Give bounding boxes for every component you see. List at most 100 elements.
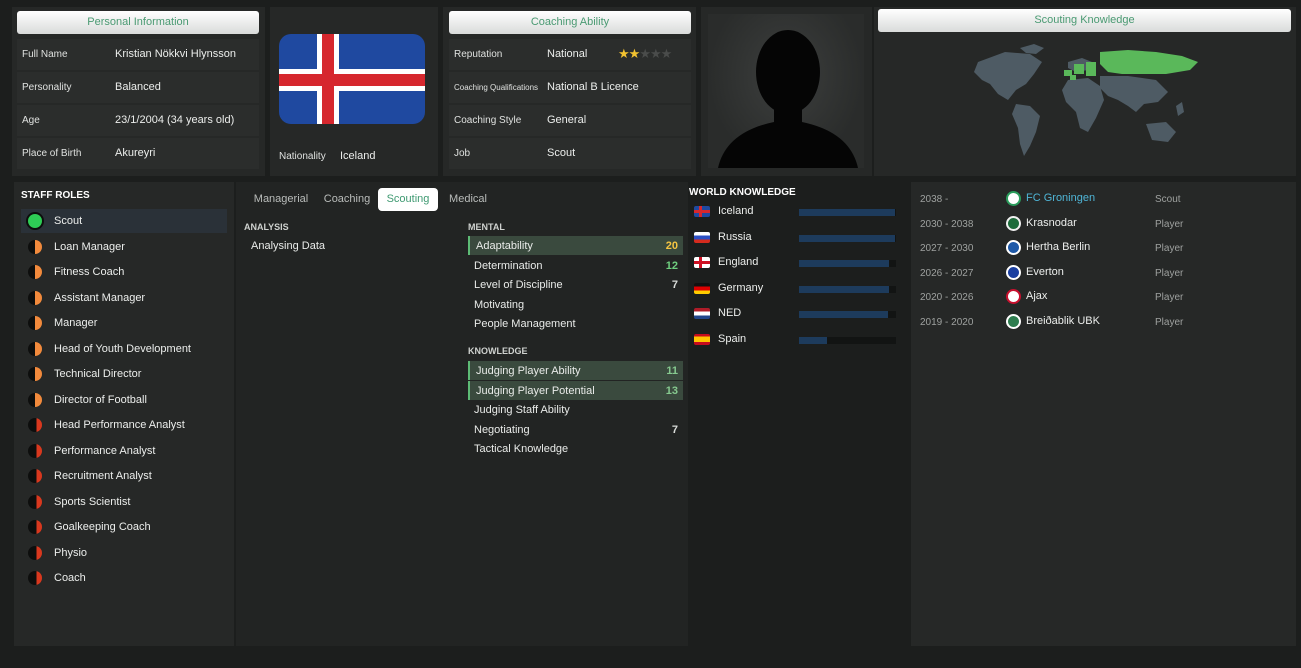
attribute-row[interactable]: Level of Discipline 7 bbox=[468, 275, 683, 294]
staff-role-label: Sports Scientist bbox=[54, 495, 131, 508]
qualifications-row: Coaching Qualifications National B Licen… bbox=[449, 72, 691, 103]
staff-role-item[interactable]: Physio bbox=[21, 541, 227, 565]
staff-role-item[interactable]: Director of Football bbox=[21, 388, 227, 412]
history-row[interactable]: 2038 - FC Groningen Scout bbox=[920, 190, 1290, 210]
country-label: England bbox=[718, 256, 759, 269]
staff-role-label: Assistant Manager bbox=[54, 291, 146, 304]
staff-role-item[interactable]: Loan Manager bbox=[21, 235, 227, 259]
staff-role-label: Goalkeeping Coach bbox=[54, 521, 151, 533]
history-role: Player bbox=[1155, 292, 1184, 304]
tab-coaching[interactable]: Coaching bbox=[318, 188, 376, 211]
attribute-label: Judging Player Ability bbox=[476, 365, 581, 377]
role-level-icon bbox=[28, 214, 42, 228]
history-club-link[interactable]: Ajax bbox=[1026, 290, 1047, 302]
staff-role-label: Scout bbox=[54, 215, 83, 227]
history-role: Player bbox=[1155, 317, 1184, 328]
staff-avatar bbox=[708, 14, 864, 168]
personality-value: Balanced bbox=[115, 81, 161, 93]
world-knowledge-row[interactable]: Russia bbox=[694, 228, 899, 248]
attribute-value: 7 bbox=[671, 279, 678, 292]
birthplace-row: Place of Birth Akureyri bbox=[17, 138, 259, 169]
attribute-label: Motivating bbox=[474, 298, 525, 311]
history-club-link[interactable]: FC Groningen bbox=[1026, 192, 1095, 204]
staff-role-label: Head of Youth Development bbox=[54, 342, 191, 355]
history-row[interactable]: 2030 - 2038 Krasnodar Player bbox=[920, 215, 1290, 235]
knowledge-bar-fill bbox=[799, 209, 896, 216]
knowledge-bar-fill bbox=[799, 234, 896, 242]
history-row[interactable]: 2027 - 2030 Hertha Berlin Player bbox=[920, 239, 1290, 259]
world-knowledge-row[interactable]: Iceland bbox=[694, 202, 899, 222]
germany-flag-icon bbox=[694, 282, 710, 294]
silhouette-icon bbox=[718, 30, 858, 168]
world-knowledge-row[interactable]: NED bbox=[694, 304, 899, 324]
attribute-label: Tactical Knowledge bbox=[474, 443, 569, 456]
staff-role-item[interactable]: Goalkeeping Coach bbox=[21, 515, 227, 539]
staff-role-item[interactable]: Fitness Coach bbox=[21, 260, 227, 284]
coaching-style-value: General bbox=[547, 114, 587, 126]
world-knowledge-row[interactable]: England bbox=[694, 253, 899, 273]
world-map bbox=[974, 44, 1198, 156]
club-badge-icon bbox=[1006, 215, 1021, 231]
history-role: Scout bbox=[1155, 194, 1181, 205]
tab-medical[interactable]: Medical bbox=[441, 188, 495, 211]
attribute-row[interactable]: Determination 12 bbox=[468, 256, 683, 275]
role-level-icon bbox=[28, 290, 42, 305]
history-club-link[interactable]: Everton bbox=[1026, 266, 1064, 278]
role-level-icon bbox=[28, 392, 42, 407]
club-badge-icon bbox=[1006, 240, 1021, 256]
staff-role-item[interactable]: Sports Scientist bbox=[21, 490, 227, 514]
attribute-row[interactable]: Judging Player Ability 11 bbox=[468, 361, 683, 380]
attribute-row[interactable]: Negotiating 7 bbox=[468, 420, 683, 439]
history-club-link[interactable]: Breiðablik UBK bbox=[1026, 315, 1100, 327]
analysing-data-label[interactable]: Analysing Data bbox=[251, 240, 325, 252]
knowledge-bar-fill bbox=[799, 260, 890, 268]
staff-role-label: Director of Football bbox=[54, 393, 147, 406]
staff-role-label: Loan Manager bbox=[54, 240, 125, 253]
club-badge-icon bbox=[1006, 191, 1021, 206]
staff-role-item[interactable]: Technical Director bbox=[21, 362, 227, 386]
knowledge-bar-fill bbox=[799, 337, 828, 344]
staff-role-item[interactable]: Performance Analyst bbox=[21, 439, 227, 463]
attribute-row[interactable]: Motivating bbox=[468, 295, 683, 314]
world-knowledge-row[interactable]: Spain bbox=[694, 330, 899, 350]
staff-role-item[interactable]: Recruitment Analyst bbox=[21, 464, 227, 488]
role-level-icon bbox=[28, 443, 42, 458]
personality-row: Personality Balanced bbox=[17, 72, 259, 103]
history-years: 2038 - bbox=[920, 194, 949, 205]
attribute-row[interactable]: Adaptability 20 bbox=[468, 236, 683, 255]
staff-role-item[interactable]: Manager bbox=[21, 311, 227, 335]
tab-scouting[interactable]: Scouting bbox=[378, 188, 438, 211]
personal-info-panel: Personal Information Full Name Kristian … bbox=[12, 7, 265, 176]
staff-role-item[interactable]: Head Performance Analyst bbox=[21, 413, 227, 437]
age-value: 23/1/2004 (34 years old) bbox=[115, 114, 235, 126]
staff-role-label: Recruitment Analyst bbox=[54, 470, 152, 482]
attribute-row[interactable]: Judging Player Potential 13 bbox=[468, 380, 683, 400]
history-row[interactable]: 2020 - 2026 Ajax Player bbox=[920, 288, 1290, 308]
staff-role-item[interactable]: Coach bbox=[21, 566, 227, 590]
role-level-icon bbox=[28, 571, 42, 585]
history-row[interactable]: 2026 - 2027 Everton Player bbox=[920, 264, 1290, 284]
england-flag-icon bbox=[694, 257, 710, 269]
tab-managerial[interactable]: Managerial bbox=[247, 188, 315, 211]
qualifications-label: Coaching Qualifications bbox=[454, 83, 539, 92]
staff-role-item[interactable]: Head of Youth Development bbox=[21, 337, 227, 361]
world-knowledge-row[interactable]: Germany bbox=[694, 279, 899, 299]
role-level-icon bbox=[28, 469, 42, 483]
history-club-link[interactable]: Hertha Berlin bbox=[1026, 241, 1090, 253]
club-badge-icon bbox=[1006, 314, 1021, 329]
age-label: Age bbox=[22, 115, 40, 126]
country-label: Germany bbox=[718, 281, 764, 294]
attribute-row[interactable]: Judging Staff Ability bbox=[468, 400, 683, 419]
attribute-row[interactable]: Tactical Knowledge bbox=[468, 439, 683, 458]
reputation-row: Reputation National ★★★★★ bbox=[449, 39, 691, 70]
staff-role-item[interactable]: Scout bbox=[21, 209, 227, 233]
nationality-value[interactable]: Iceland bbox=[340, 150, 375, 162]
full-name-row: Full Name Kristian Nökkvi Hlynsson bbox=[17, 39, 259, 70]
attribute-row[interactable]: People Management bbox=[468, 314, 683, 333]
russia-flag-icon bbox=[694, 231, 710, 243]
history-club-link[interactable]: Krasnodar bbox=[1026, 217, 1077, 229]
age-row: Age 23/1/2004 (34 years old) bbox=[17, 105, 259, 136]
history-row[interactable]: 2019 - 2020 Breiðablik UBK Player bbox=[920, 313, 1290, 333]
staff-roles-title: STAFF ROLES bbox=[21, 190, 90, 201]
staff-role-item[interactable]: Assistant Manager bbox=[21, 286, 227, 310]
